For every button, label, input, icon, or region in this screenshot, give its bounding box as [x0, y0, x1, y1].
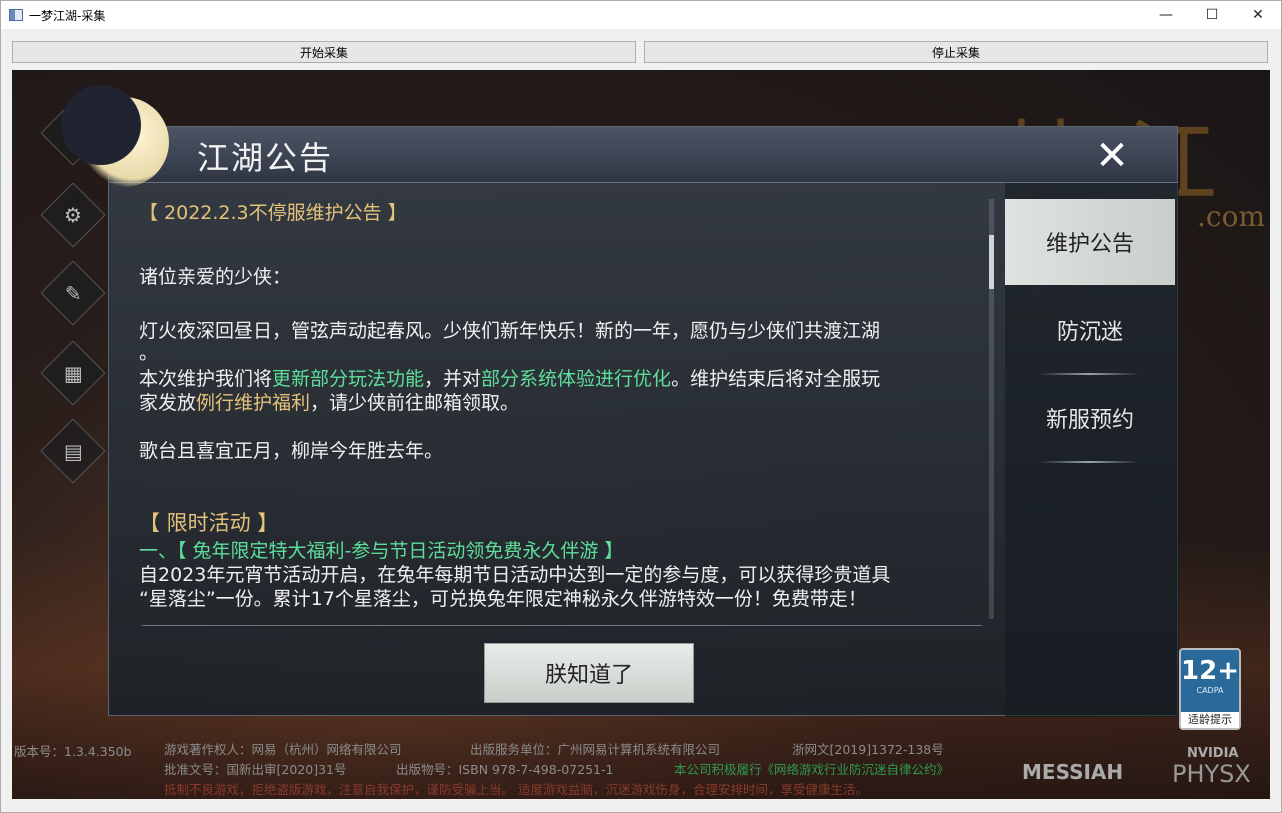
acknowledge-button[interactable]: 朕知道了 — [484, 643, 694, 703]
notice-para3: 歌台且喜宜正月，柳岸今年胜去年。 — [139, 440, 444, 462]
app-icon — [9, 9, 23, 21]
text: 家发放 — [139, 392, 197, 414]
copyright-text: 游戏著作权人：网易（杭州）网络有限公司 — [164, 742, 402, 757]
tab-new-server[interactable]: 新服预约 — [1005, 375, 1175, 461]
panel-header: 江湖公告 ✕ — [61, 85, 1177, 187]
notice-body1: 自2023年元宵节活动开启，在兔年每期节日活动中达到一定的参与度，可以获得珍贵道… — [139, 564, 891, 586]
game-viewport[interactable]: 梦江湖 .com ☗ ⚙ ✎ ▦ ▤ 江湖公告 ✕ 【 2022.2.3不停服维… — [12, 70, 1270, 799]
tab-maintenance[interactable]: 维护公告 — [1005, 199, 1175, 285]
app-window: 一梦江湖-采集 — ☐ ✕ 开始采集 停止采集 梦江湖 .com ☗ ⚙ ✎ ▦… — [0, 0, 1282, 813]
version-text: 版本号：1.3.4.350b — [14, 744, 132, 759]
notice-panel: 江湖公告 ✕ 【 2022.2.3不停服维护公告 】 诸位亲爱的少侠： 灯火夜深… — [61, 85, 1179, 717]
window-controls: — ☐ ✕ — [1143, 1, 1281, 29]
start-collect-button[interactable]: 开始采集 — [12, 41, 636, 63]
window-title: 一梦江湖-采集 — [29, 8, 106, 23]
publisher-text: 出版服务单位：广州网易计算机系统有限公司 — [470, 742, 721, 757]
notice-body2: “星落尘”一份。累计17个星落尘，可兑换兔年限定神秘永久伴游特效一份！免费带走！ — [139, 588, 867, 610]
tab-anti-addiction[interactable]: 防沉迷 — [1005, 287, 1175, 373]
close-icon[interactable]: ✕ — [1091, 135, 1133, 177]
text: ，请少侠前往邮箱领取。 — [310, 392, 520, 414]
text: 。维护结束后将对全服玩 — [671, 368, 881, 390]
text: 本次维护我们将 — [139, 368, 273, 390]
notice-scrollbar[interactable] — [989, 199, 994, 619]
notice-para2-line2: 家发放例行维护福利，请少侠前往邮箱领取。 — [139, 391, 519, 415]
highlight-text: 更新部分玩法功能 — [272, 368, 425, 390]
side-menu-notice-icon[interactable]: ✎ — [40, 260, 106, 326]
notice-para1: 灯火夜深回昼日，管弦声动起春风。少侠们新年快乐！新的一年，愿仍与少侠们共渡江湖 — [139, 320, 881, 342]
warning-text: 抵制不良游戏，拒绝盗版游戏，注意自我保护，谨防受骗上当。 适度游戏益脑，沉迷游戏… — [164, 782, 868, 797]
notice-greeting: 诸位亲爱的少侠： — [139, 266, 292, 288]
divider — [142, 625, 982, 626]
notice-para2-line1: 本次维护我们将更新部分玩法功能，并对部分系统体验进行优化。维护结束后将对全服玩 — [139, 367, 880, 391]
tab-separator — [1039, 461, 1139, 463]
notice-subtitle: 一、【 兔年限定特大福利-参与节日活动领免费永久伴游 】 — [139, 540, 624, 562]
age-rating-caption: 适龄提示 — [1181, 712, 1239, 728]
notice-section-title: 【 限时活动 】 — [139, 511, 279, 535]
minimize-icon[interactable]: — — [1143, 1, 1189, 29]
scrollbar-thumb[interactable] — [989, 235, 994, 289]
notice-header: 【 2022.2.3不停服维护公告 】 — [139, 202, 407, 224]
license-text: 浙网文[2019]1372-138号 — [792, 742, 944, 757]
maximize-icon[interactable]: ☐ — [1189, 1, 1235, 29]
approval-text: 批准文号：国新出审[2020]31号 — [164, 762, 347, 777]
pledge-text: 本公司积极履行《网络游戏行业防沉迷自律公约》 — [674, 762, 950, 777]
moon-shadow — [61, 85, 141, 165]
physx-logo: PHYSX — [1172, 760, 1251, 788]
highlight-text: 部分系统体验进行优化 — [481, 368, 672, 390]
notice-para1-end: 。 — [139, 342, 159, 364]
isbn-text: 出版物号：ISBN 978-7-498-07251-1 — [396, 762, 614, 777]
text: ，并对 — [424, 368, 482, 390]
side-menu-scroll-icon[interactable]: ▤ — [40, 418, 106, 484]
age-rating-number: 12+ — [1181, 656, 1239, 686]
nvidia-logo: NVIDIA — [1187, 746, 1239, 761]
age-rating-badge: 12+ CADPA 适龄提示 — [1179, 648, 1241, 730]
panel-title: 江湖公告 — [197, 139, 334, 177]
notice-content[interactable]: 【 2022.2.3不停服维护公告 】 诸位亲爱的少侠： 灯火夜深回昼日，管弦声… — [139, 189, 999, 619]
stop-collect-button[interactable]: 停止采集 — [644, 41, 1268, 63]
background-logo-suffix: .com — [1197, 200, 1265, 233]
age-rating-org: CADPA — [1196, 686, 1224, 695]
highlight-text: 例行维护福利 — [196, 392, 311, 414]
side-menu-settings-icon[interactable]: ⚙ — [40, 182, 106, 248]
side-menu-video-icon[interactable]: ▦ — [40, 340, 106, 406]
notice-tabs: 维护公告 防沉迷 新服预约 — [1005, 183, 1179, 717]
messiah-logo: MESSIAH — [1022, 760, 1124, 784]
close-icon[interactable]: ✕ — [1235, 1, 1281, 29]
title-bar: 一梦江湖-采集 — ☐ ✕ — [1, 1, 1281, 29]
